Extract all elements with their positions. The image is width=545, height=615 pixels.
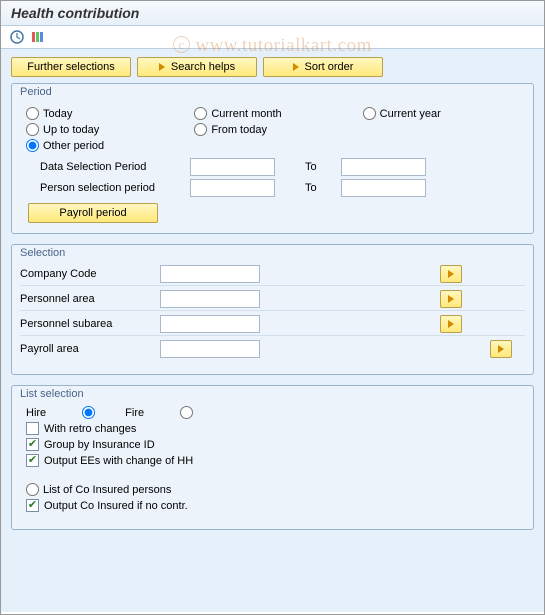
payroll-area-input[interactable]: [160, 340, 260, 358]
arrow-right-icon: [448, 270, 454, 278]
panel-title: Selection: [20, 247, 525, 259]
radio-current-year[interactable]: [363, 107, 376, 120]
variants-icon[interactable]: [29, 29, 45, 45]
checkbox-group-insurance-id[interactable]: [26, 438, 39, 451]
personnel-area-label: Personnel area: [20, 293, 160, 305]
button-label: Sort order: [305, 61, 354, 73]
radio-up-to-today[interactable]: [26, 123, 39, 136]
sort-order-button[interactable]: Sort order: [263, 57, 383, 77]
arrow-right-icon: [448, 320, 454, 328]
radio-fire[interactable]: [180, 406, 193, 419]
person-selection-to-input[interactable]: [341, 179, 426, 197]
arrow-right-icon: [159, 63, 165, 71]
checkbox-label: Output EEs with change of HH: [44, 455, 193, 467]
company-code-multi-button[interactable]: [440, 265, 462, 283]
data-selection-from-input[interactable]: [190, 158, 275, 176]
radio-label: List of Co Insured persons: [43, 484, 171, 496]
company-code-label: Company Code: [20, 268, 160, 280]
execute-icon[interactable]: [9, 29, 25, 45]
radio-label: Current month: [211, 108, 281, 120]
button-label: Payroll period: [59, 207, 126, 219]
to-label: To: [305, 161, 335, 173]
person-selection-from-input[interactable]: [190, 179, 275, 197]
period-panel: Period Today Up to today Other period Cu…: [11, 83, 534, 234]
radio-label: Today: [43, 108, 72, 120]
selection-panel: Selection Company Code Personnel area Pe…: [11, 244, 534, 375]
radio-hire[interactable]: [82, 406, 95, 419]
radio-today[interactable]: [26, 107, 39, 120]
radio-label: Current year: [380, 108, 441, 120]
action-bar: Further selections Search helps Sort ord…: [11, 57, 534, 77]
data-selection-period-label: Data Selection Period: [40, 161, 190, 173]
further-selections-button[interactable]: Further selections: [11, 57, 131, 77]
checkbox-label: Group by Insurance ID: [44, 439, 155, 451]
arrow-right-icon: [448, 295, 454, 303]
checkbox-output-co-insured[interactable]: [26, 499, 39, 512]
hire-label: Hire: [26, 407, 46, 419]
radio-label: Other period: [43, 140, 104, 152]
personnel-area-multi-button[interactable]: [440, 290, 462, 308]
personnel-subarea-input[interactable]: [160, 315, 260, 333]
button-label: Search helps: [171, 61, 235, 73]
personnel-subarea-label: Personnel subarea: [20, 318, 160, 330]
radio-from-today[interactable]: [194, 123, 207, 136]
payroll-area-label: Payroll area: [20, 343, 160, 355]
radio-label: Up to today: [43, 124, 99, 136]
data-selection-to-input[interactable]: [341, 158, 426, 176]
checkbox-label: With retro changes: [44, 423, 136, 435]
radio-list-co-insured[interactable]: [26, 483, 39, 496]
to-label: To: [305, 182, 335, 194]
personnel-subarea-multi-button[interactable]: [440, 315, 462, 333]
arrow-right-icon: [293, 63, 299, 71]
arrow-right-icon: [498, 345, 504, 353]
personnel-area-input[interactable]: [160, 290, 260, 308]
checkbox-retro-changes[interactable]: [26, 422, 39, 435]
page-title: Health contribution: [11, 5, 534, 21]
list-selection-panel: List selection Hire Fire With retro chan…: [11, 385, 534, 530]
radio-other-period[interactable]: [26, 139, 39, 152]
panel-title: List selection: [20, 388, 525, 400]
company-code-input[interactable]: [160, 265, 260, 283]
checkbox-output-ees-hh[interactable]: [26, 454, 39, 467]
search-helps-button[interactable]: Search helps: [137, 57, 257, 77]
panel-title: Period: [20, 86, 525, 98]
button-label: Further selections: [27, 61, 114, 73]
person-selection-period-label: Person selection period: [40, 182, 190, 194]
radio-label: From today: [211, 124, 267, 136]
radio-current-month[interactable]: [194, 107, 207, 120]
content-area: Further selections Search helps Sort ord…: [1, 49, 544, 612]
checkbox-label: Output Co Insured if no contr.: [44, 500, 188, 512]
app-toolbar: [1, 26, 544, 49]
window-header: Health contribution: [1, 1, 544, 26]
fire-label: Fire: [125, 407, 144, 419]
payroll-area-multi-button[interactable]: [490, 340, 512, 358]
payroll-period-button[interactable]: Payroll period: [28, 203, 158, 223]
